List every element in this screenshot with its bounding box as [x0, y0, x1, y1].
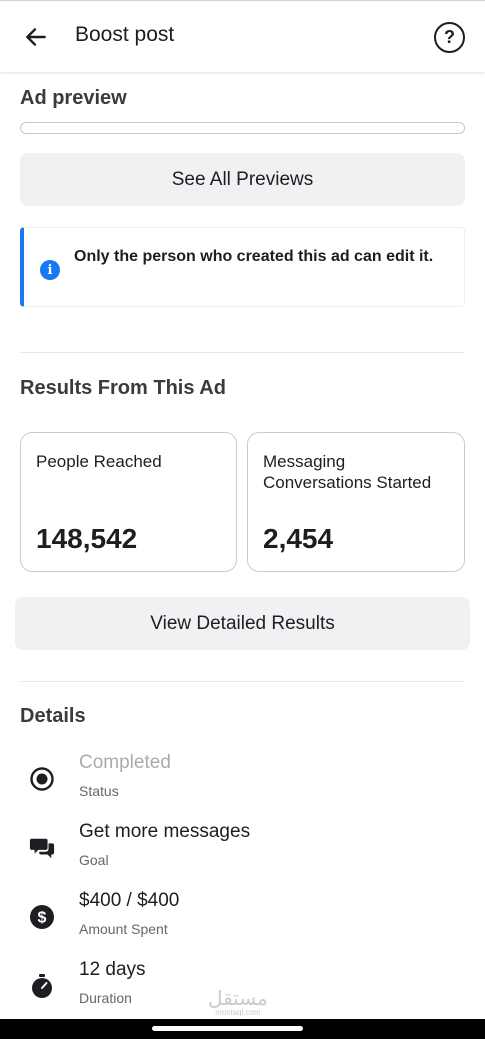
detail-row-status: Completed Status	[0, 752, 485, 812]
amount-spent-label: Amount Spent	[79, 921, 168, 937]
status-value: Completed	[79, 752, 171, 773]
page-title: Boost post	[75, 23, 175, 46]
stat-label: People Reached	[36, 452, 162, 471]
stopwatch-icon	[29, 973, 55, 999]
help-button[interactable]: ?	[434, 22, 465, 53]
divider	[20, 352, 465, 353]
ad-preview-title: Ad preview	[20, 87, 127, 109]
results-title: Results From This Ad	[20, 377, 226, 399]
people-reached-card[interactable]: People Reached 148,542	[20, 432, 237, 572]
divider	[20, 681, 465, 682]
svg-text:$: $	[38, 910, 47, 927]
duration-value: 12 days	[79, 959, 146, 980]
goal-label: Goal	[79, 852, 109, 868]
arrow-left-icon	[26, 28, 46, 46]
top-bar: Boost post ?	[0, 0, 485, 72]
home-gesture-handle[interactable]	[152, 1026, 303, 1031]
radio-target-icon	[29, 766, 55, 792]
status-label: Status	[79, 783, 119, 799]
back-button[interactable]	[20, 21, 52, 53]
chat-bubbles-icon	[29, 835, 55, 861]
stat-value: 148,542	[36, 523, 138, 554]
messaging-conversations-card[interactable]: Messaging Conversations Started 2,454	[247, 432, 465, 572]
duration-label: Duration	[79, 990, 132, 1006]
details-title: Details	[20, 705, 86, 727]
system-navigation-bar	[0, 1019, 485, 1039]
amount-spent-value: $400 / $400	[79, 890, 180, 911]
watermark-logo: مستقل mostaql.com	[208, 988, 268, 1018]
goal-value: Get more messages	[79, 821, 251, 842]
stat-label: Messaging Conversations Started	[263, 452, 432, 492]
detail-row-goal: Get more messages Goal	[0, 821, 485, 881]
watermark-arabic: مستقل	[208, 986, 268, 1010]
dollar-coin-icon: $	[29, 904, 55, 930]
see-all-previews-button[interactable]: See All Previews	[20, 153, 465, 206]
detail-row-amount-spent: $ $400 / $400 Amount Spent	[0, 890, 485, 950]
ad-preview-placeholder	[20, 122, 465, 134]
stat-value: 2,454	[263, 523, 334, 554]
notice-text: Only the person who created this ad can …	[74, 248, 434, 265]
edit-permission-notice: i Only the person who created this ad ca…	[20, 227, 465, 307]
question-icon: ?	[444, 27, 455, 47]
info-icon: i	[40, 260, 60, 280]
watermark-latin: mostaql.com	[215, 1008, 261, 1017]
view-detailed-results-button[interactable]: View Detailed Results	[15, 597, 470, 650]
